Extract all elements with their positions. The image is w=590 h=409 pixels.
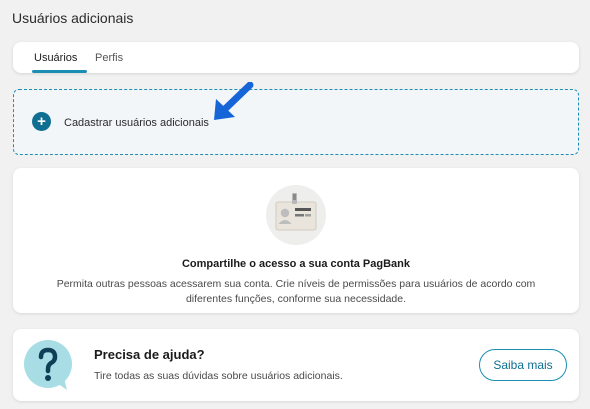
tab-usuarios[interactable]: Usuários: [34, 52, 77, 64]
active-tab-indicator: [32, 70, 87, 73]
question-bubble-icon: [24, 340, 72, 390]
help-description: Tire todas as suas dúvidas sobre usuário…: [94, 370, 343, 382]
share-access-title: Compartilhe o acesso a sua conta PagBank: [181, 258, 411, 270]
learn-more-button[interactable]: Saiba mais: [479, 349, 567, 381]
pointer-arrow-icon: [214, 82, 254, 120]
page-title: Usuários adicionais: [12, 10, 134, 26]
tab-perfis[interactable]: Perfis: [95, 52, 123, 64]
share-access-card: Compartilhe o acesso a sua conta PagBank…: [13, 168, 579, 313]
help-title: Precisa de ajuda?: [94, 347, 205, 362]
share-access-description: Permita outras pessoas acessarem sua con…: [56, 278, 536, 305]
plus-icon: +: [32, 112, 51, 131]
add-users-label: Cadastrar usuários adicionais: [64, 117, 209, 129]
tab-bar: Usuários Perfis: [13, 42, 579, 73]
add-users-button[interactable]: + Cadastrar usuários adicionais: [13, 89, 579, 155]
help-card: Precisa de ajuda? Tire todas as suas dúv…: [13, 329, 579, 401]
id-badge-icon: [266, 185, 326, 245]
